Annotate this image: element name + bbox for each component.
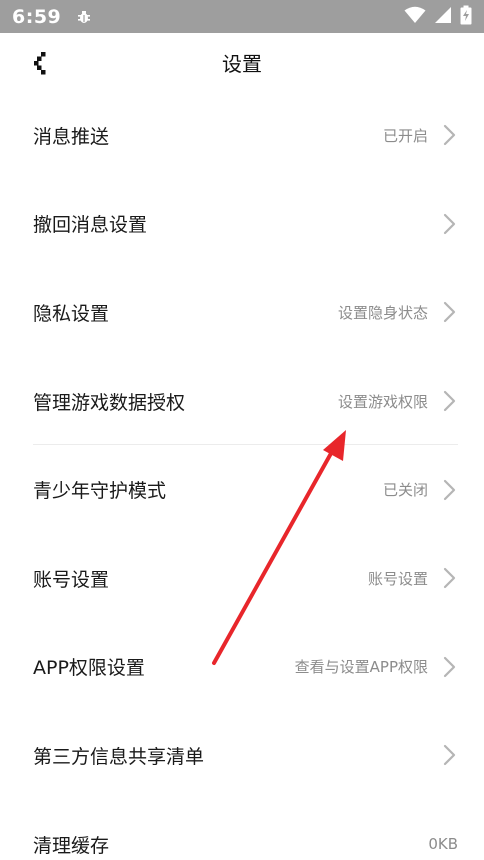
chevron-right-icon	[442, 390, 458, 412]
row-label: 撤回消息设置	[33, 214, 148, 237]
signal-icon	[434, 6, 452, 28]
setting-row-account[interactable]: 账号设置 账号设置	[0, 534, 484, 623]
setting-row-clear-cache[interactable]: 清理缓存 0KB	[0, 800, 484, 860]
page-title: 设置	[222, 51, 262, 76]
row-label: 青少年守护模式	[33, 480, 167, 503]
chevron-right-icon	[442, 124, 458, 146]
setting-row-app-permissions[interactable]: APP权限设置 查看与设置APP权限	[0, 623, 484, 712]
setting-row-third-party-sharing[interactable]: 第三方信息共享清单	[0, 711, 484, 800]
back-chevron-icon	[34, 52, 46, 75]
row-value: 已开启	[382, 126, 428, 145]
row-value: 设置游戏权限	[337, 392, 428, 411]
row-label: 隐私设置	[33, 302, 110, 325]
row-label: 消息推送	[33, 125, 110, 148]
cache-size-value: 0KB	[428, 835, 458, 854]
row-label: 管理游戏数据授权	[33, 391, 186, 414]
chevron-right-icon	[442, 656, 458, 678]
status-bar: 6:59	[0, 0, 484, 33]
row-label: 第三方信息共享清单	[33, 745, 205, 768]
chevron-right-icon	[442, 213, 458, 235]
row-value: 设置隐身状态	[337, 303, 428, 322]
row-value: 已关闭	[382, 481, 428, 500]
setting-row-youth-mode[interactable]: 青少年守护模式 已关闭	[0, 445, 484, 534]
row-value: 查看与设置APP权限	[294, 658, 428, 677]
battery-charging-icon	[460, 5, 472, 29]
debug-icon	[75, 8, 93, 26]
setting-row-message-push[interactable]: 消息推送 已开启	[0, 91, 484, 180]
row-label: 清理缓存	[33, 834, 110, 857]
chevron-right-icon	[442, 479, 458, 501]
settings-screen: 6:59 设置 消息推送 已开启 撤回消息设置 隐私设置 设置隐身状态 管理游戏…	[0, 0, 484, 860]
wifi-icon	[404, 6, 426, 28]
chevron-right-icon	[442, 301, 458, 323]
setting-row-game-data-auth[interactable]: 管理游戏数据授权 设置游戏权限	[0, 357, 484, 446]
chevron-right-icon	[442, 744, 458, 766]
setting-row-privacy[interactable]: 隐私设置 设置隐身状态	[0, 268, 484, 357]
row-label: APP权限设置	[33, 657, 145, 680]
row-label: 账号设置	[33, 568, 110, 591]
status-time: 6:59	[12, 5, 62, 28]
chevron-right-icon	[442, 567, 458, 589]
status-icons	[404, 5, 472, 29]
header-bar: 设置	[0, 33, 484, 91]
back-button[interactable]	[22, 45, 58, 81]
setting-row-recall-message[interactable]: 撤回消息设置	[0, 180, 484, 269]
settings-list: 消息推送 已开启 撤回消息设置 隐私设置 设置隐身状态 管理游戏数据授权 设置游…	[0, 91, 484, 860]
row-value: 账号设置	[367, 569, 428, 588]
